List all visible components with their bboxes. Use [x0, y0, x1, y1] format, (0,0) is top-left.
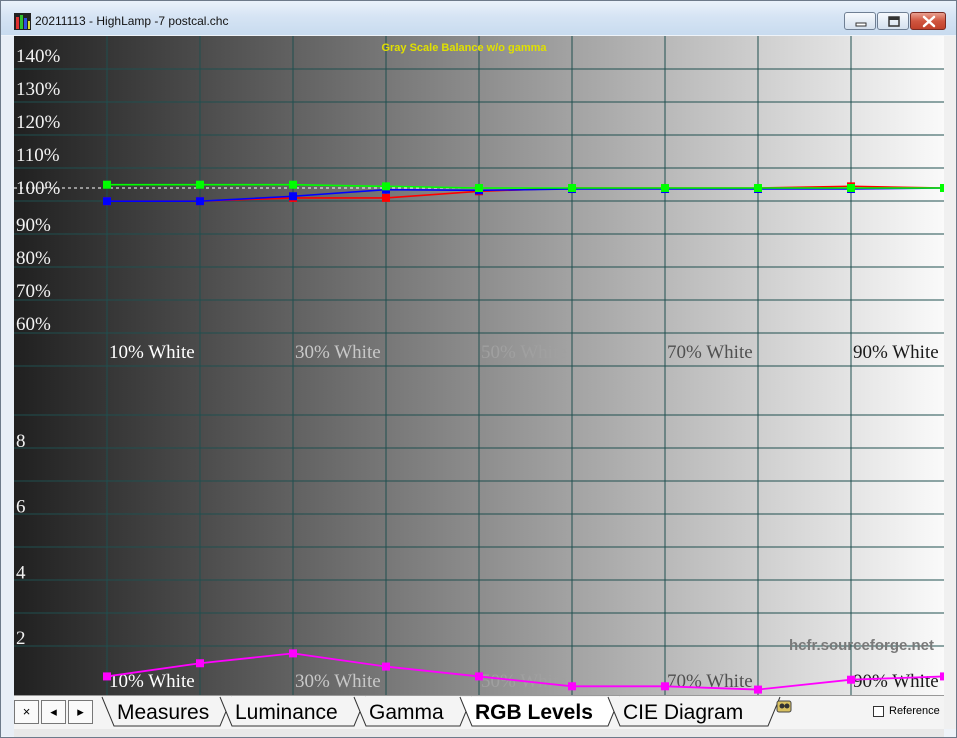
delta-point	[196, 659, 204, 668]
restore-button[interactable]	[877, 12, 909, 30]
data-point	[661, 184, 669, 192]
x-tick-label: 10% White	[109, 342, 195, 363]
data-point	[289, 180, 297, 189]
tab-label: Gamma	[369, 701, 444, 724]
data-point	[568, 184, 576, 192]
data-point	[382, 193, 390, 202]
y-tick-label: 110%	[16, 145, 60, 166]
x-tick-label: 30% White	[295, 671, 381, 692]
y-tick-label: 2	[16, 628, 26, 649]
delta-point	[475, 672, 483, 681]
tab-bar: × ◂ ▸ Measures Luminance Gamma RGB Levels CI…	[14, 695, 944, 730]
hcfr-bars-icon	[14, 13, 31, 30]
y-tick-label: 130%	[16, 79, 61, 100]
tab-label: RGB Levels	[475, 701, 593, 724]
reference-checkbox[interactable]	[873, 706, 884, 717]
y-tick-label: 6	[16, 497, 26, 518]
delta-point	[382, 662, 390, 671]
y-tick-label: 140%	[16, 46, 61, 67]
x-tick-label: 50% White	[481, 342, 567, 363]
delta-point	[847, 675, 855, 684]
data-point	[754, 184, 762, 192]
tab-strip: Measures Luminance Gamma RGB Levels CIE Diag…	[101, 696, 781, 727]
y-tick-label: 120%	[16, 112, 61, 133]
tab-measures[interactable]: Measures	[101, 696, 233, 727]
title-bar[interactable]: 20211113 - HighLamp -7 postcal.chc	[1, 1, 956, 35]
minimize-icon	[855, 22, 867, 27]
y-tick-label: 80%	[16, 248, 51, 269]
data-point	[103, 180, 111, 189]
x-tick-label: 70% White	[667, 342, 753, 363]
chart-title: Gray Scale Balance w/o gamma	[381, 42, 547, 54]
window-frame-right	[944, 36, 956, 729]
graph-area: 140% 130% 120% 110% 100% 90% 80% 70% 60% 8 6 4 2 10% …	[14, 36, 944, 695]
app-window: 20211113 - HighLamp -7 postcal.chc 140% 1…	[0, 0, 957, 738]
data-point	[196, 197, 204, 206]
delta-point	[754, 685, 762, 694]
delta-point	[568, 682, 576, 691]
data-point	[196, 180, 204, 189]
rgb-levels-chart: 140% 130% 120% 110% 100% 90% 80% 70% 60% 8 6 4 2 10% …	[14, 36, 944, 695]
minimize-button[interactable]	[844, 12, 876, 30]
x-tick-label: 30% White	[295, 342, 381, 363]
tab-label: Luminance	[235, 701, 338, 724]
data-point	[847, 184, 855, 192]
watermark: hcfr.sourceforge.net	[789, 637, 934, 654]
tab-rgb-levels[interactable]: RGB Levels	[459, 696, 621, 727]
x-tick-label: 90% White	[853, 671, 939, 692]
data-point	[289, 192, 297, 201]
delta-point	[289, 649, 297, 658]
data-point	[103, 197, 111, 206]
data-point	[475, 184, 483, 192]
delta-point	[103, 672, 111, 681]
tab-gamma[interactable]: Gamma	[353, 696, 473, 727]
window-frame-left	[1, 36, 14, 736]
y-tick-label: 4	[16, 562, 26, 583]
y-tick-label: 60%	[16, 314, 51, 335]
reference-label: Reference	[889, 705, 940, 717]
tab-label: CIE Diagram	[623, 701, 743, 724]
close-button[interactable]	[910, 12, 946, 30]
close-icon	[922, 15, 936, 28]
y-tick-label: 100%	[16, 178, 61, 199]
x-tick-label: 90% White	[853, 342, 939, 363]
window-title: 20211113 - HighLamp -7 postcal.chc	[35, 14, 229, 28]
colorimeter-icon[interactable]	[776, 699, 792, 715]
tab-cie-diagram[interactable]: CIE Diagram	[607, 696, 781, 727]
data-point	[382, 182, 390, 191]
status-strip	[14, 729, 944, 737]
y-tick-label: 8	[16, 431, 26, 452]
y-tick-label: 90%	[16, 215, 51, 236]
y-tick-label: 70%	[16, 281, 51, 302]
delta-point	[661, 682, 669, 691]
tab-luminance[interactable]: Luminance	[219, 696, 367, 727]
restore-icon	[888, 16, 900, 27]
tab-label: Measures	[117, 701, 209, 724]
